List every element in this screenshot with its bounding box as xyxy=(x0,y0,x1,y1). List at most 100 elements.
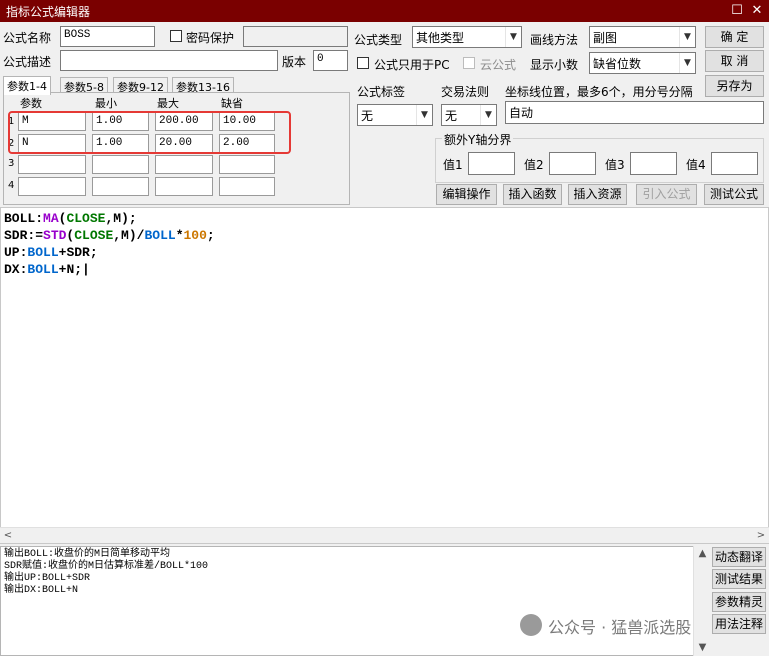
value3-input[interactable] xyxy=(630,152,677,175)
formula-type-label: 公式类型 xyxy=(354,33,403,47)
code-token: ,M)/ xyxy=(113,228,145,243)
output-line: SDR赋值:收盘价的M日估算标准差/BOLL*100 xyxy=(4,561,209,572)
formula-name-input[interactable]: BOSS xyxy=(60,26,155,47)
usage-notes-button[interactable]: 用法注释 xyxy=(712,614,766,634)
horizontal-scrollbar[interactable]: < > xyxy=(0,527,769,543)
value2-label: 值2 xyxy=(524,158,544,172)
trade-rule-label: 交易法则 xyxy=(441,85,490,99)
coord-lines-label: 坐标线位置，最多6个，用分号分隔 xyxy=(505,85,693,99)
code-token: ,M); xyxy=(105,211,137,226)
code-token: BOLL xyxy=(144,228,176,243)
watermark-text: 公众号 · 猛兽派选股 xyxy=(548,618,692,637)
chevron-down-icon: ▼ xyxy=(416,105,432,125)
param-name-input[interactable] xyxy=(18,177,86,196)
param-row-number: 3 xyxy=(8,158,15,169)
import-formula-button[interactable]: 引入公式 xyxy=(636,184,697,205)
code-token: +N; xyxy=(58,262,83,277)
test-result-button[interactable]: 测试结果 xyxy=(712,569,766,589)
scroll-down-icon[interactable]: ▼ xyxy=(694,640,711,656)
ok-button[interactable]: 确 定 xyxy=(705,26,764,48)
insert-resource-button[interactable]: 插入资源 xyxy=(568,184,627,205)
param-min-input[interactable] xyxy=(92,177,149,196)
code-token: BOLL xyxy=(4,211,36,226)
code-token: * xyxy=(175,228,184,243)
value3-label: 值3 xyxy=(605,158,625,172)
code-token: CLOSE xyxy=(74,228,114,243)
param-row-number: 4 xyxy=(8,180,15,191)
scroll-left-icon[interactable]: < xyxy=(0,528,16,544)
trade-rule-select[interactable]: 无 ▼ xyxy=(441,104,497,126)
cancel-button[interactable]: 取 消 xyxy=(705,50,764,72)
extra-y-axis-label: 额外Y轴分界 xyxy=(442,131,514,148)
dynamic-translate-button[interactable]: 动态翻译 xyxy=(712,547,766,567)
code-token: UP xyxy=(4,245,20,260)
password-checkbox[interactable] xyxy=(170,30,182,42)
params-highlight-box xyxy=(8,111,291,154)
param-default-input[interactable] xyxy=(219,177,275,196)
chevron-down-icon: ▼ xyxy=(505,27,521,47)
code-token: 100 xyxy=(183,228,207,243)
formula-desc-label: 公式描述 xyxy=(3,55,52,69)
vertical-scrollbar[interactable]: ▲ ▼ xyxy=(693,546,710,656)
cloud-checkbox[interactable] xyxy=(463,57,475,69)
formula-name-label: 公式名称 xyxy=(3,31,52,45)
text-cursor: | xyxy=(82,262,90,277)
formula-tag-select[interactable]: 无 ▼ xyxy=(357,104,433,126)
insert-function-button[interactable]: 插入函数 xyxy=(503,184,562,205)
value1-input[interactable] xyxy=(468,152,515,175)
param-name-input[interactable] xyxy=(18,155,86,174)
chevron-down-icon: ▼ xyxy=(480,105,496,125)
value2-input[interactable] xyxy=(549,152,596,175)
edit-operation-button[interactable]: 编辑操作 xyxy=(436,184,497,205)
code-token: := xyxy=(27,228,44,243)
code-token: MA xyxy=(43,211,59,226)
param-header-default: 缺省 xyxy=(221,97,243,110)
password-input[interactable] xyxy=(243,26,348,47)
version-input[interactable]: 0 xyxy=(313,50,348,71)
cloud-label: 云公式 xyxy=(480,58,517,72)
pc-only-label: 公式只用于PC xyxy=(374,58,450,72)
formula-desc-input[interactable] xyxy=(60,50,278,71)
wechat-icon xyxy=(520,614,542,636)
coord-lines-input[interactable]: 自动 xyxy=(505,101,764,124)
scroll-up-icon[interactable]: ▲ xyxy=(694,546,711,562)
param-min-input[interactable] xyxy=(92,155,149,174)
decimals-select[interactable]: 缺省位数 ▼ xyxy=(589,52,696,74)
param-header-min: 最小 xyxy=(95,97,117,110)
password-label: 密码保护 xyxy=(186,31,235,45)
save-as-button[interactable]: 另存为 xyxy=(705,75,764,97)
title-bar: 指标公式编辑器 ☐ ✕ xyxy=(0,0,769,22)
code-token: SDR xyxy=(4,228,28,243)
draw-method-label: 画线方法 xyxy=(530,33,579,47)
maximize-icon[interactable]: ☐ xyxy=(727,1,747,21)
scroll-right-icon[interactable]: > xyxy=(753,528,769,544)
tab-params-1-4[interactable]: 参数1-4 xyxy=(3,76,51,95)
window-title: 指标公式编辑器 xyxy=(6,5,91,19)
draw-method-select[interactable]: 副图 ▼ xyxy=(589,26,696,48)
output-line: 输出DX:BOLL+N xyxy=(4,585,79,596)
code-token: STD xyxy=(43,228,67,243)
code-token: BOLL xyxy=(27,245,59,260)
code-token: ; xyxy=(206,228,215,243)
code-token: CLOSE xyxy=(66,211,106,226)
test-formula-button[interactable]: 测试公式 xyxy=(704,184,764,205)
chevron-down-icon: ▼ xyxy=(679,27,695,47)
code-token: BOLL xyxy=(27,262,59,277)
code-text: BOLL:MA(CLOSE,M); SDR:=STD(CLOSE,M)/BOLL… xyxy=(4,210,215,278)
code-token: DX xyxy=(4,262,20,277)
formula-type-select[interactable]: 其他类型 ▼ xyxy=(412,26,522,48)
value4-input[interactable] xyxy=(711,152,758,175)
code-editor[interactable]: BOLL:MA(CLOSE,M); SDR:=STD(CLOSE,M)/BOLL… xyxy=(0,207,769,544)
version-label: 版本 xyxy=(282,55,307,69)
param-wizard-button[interactable]: 参数精灵 xyxy=(712,592,766,612)
decimals-label: 显示小数 xyxy=(530,58,579,72)
param-max-input[interactable] xyxy=(155,155,213,174)
formula-tag-label: 公式标签 xyxy=(357,85,406,99)
output-line: 输出BOLL:收盘价的M日简单移动平均 xyxy=(4,549,171,560)
param-default-input[interactable] xyxy=(219,155,275,174)
param-max-input[interactable] xyxy=(155,177,213,196)
value4-label: 值4 xyxy=(686,158,706,172)
close-icon[interactable]: ✕ xyxy=(747,1,767,21)
output-panel: 输出BOLL:收盘价的M日简单移动平均 SDR赋值:收盘价的M日估算标准差/BO… xyxy=(0,546,710,656)
pc-only-checkbox[interactable] xyxy=(357,57,369,69)
